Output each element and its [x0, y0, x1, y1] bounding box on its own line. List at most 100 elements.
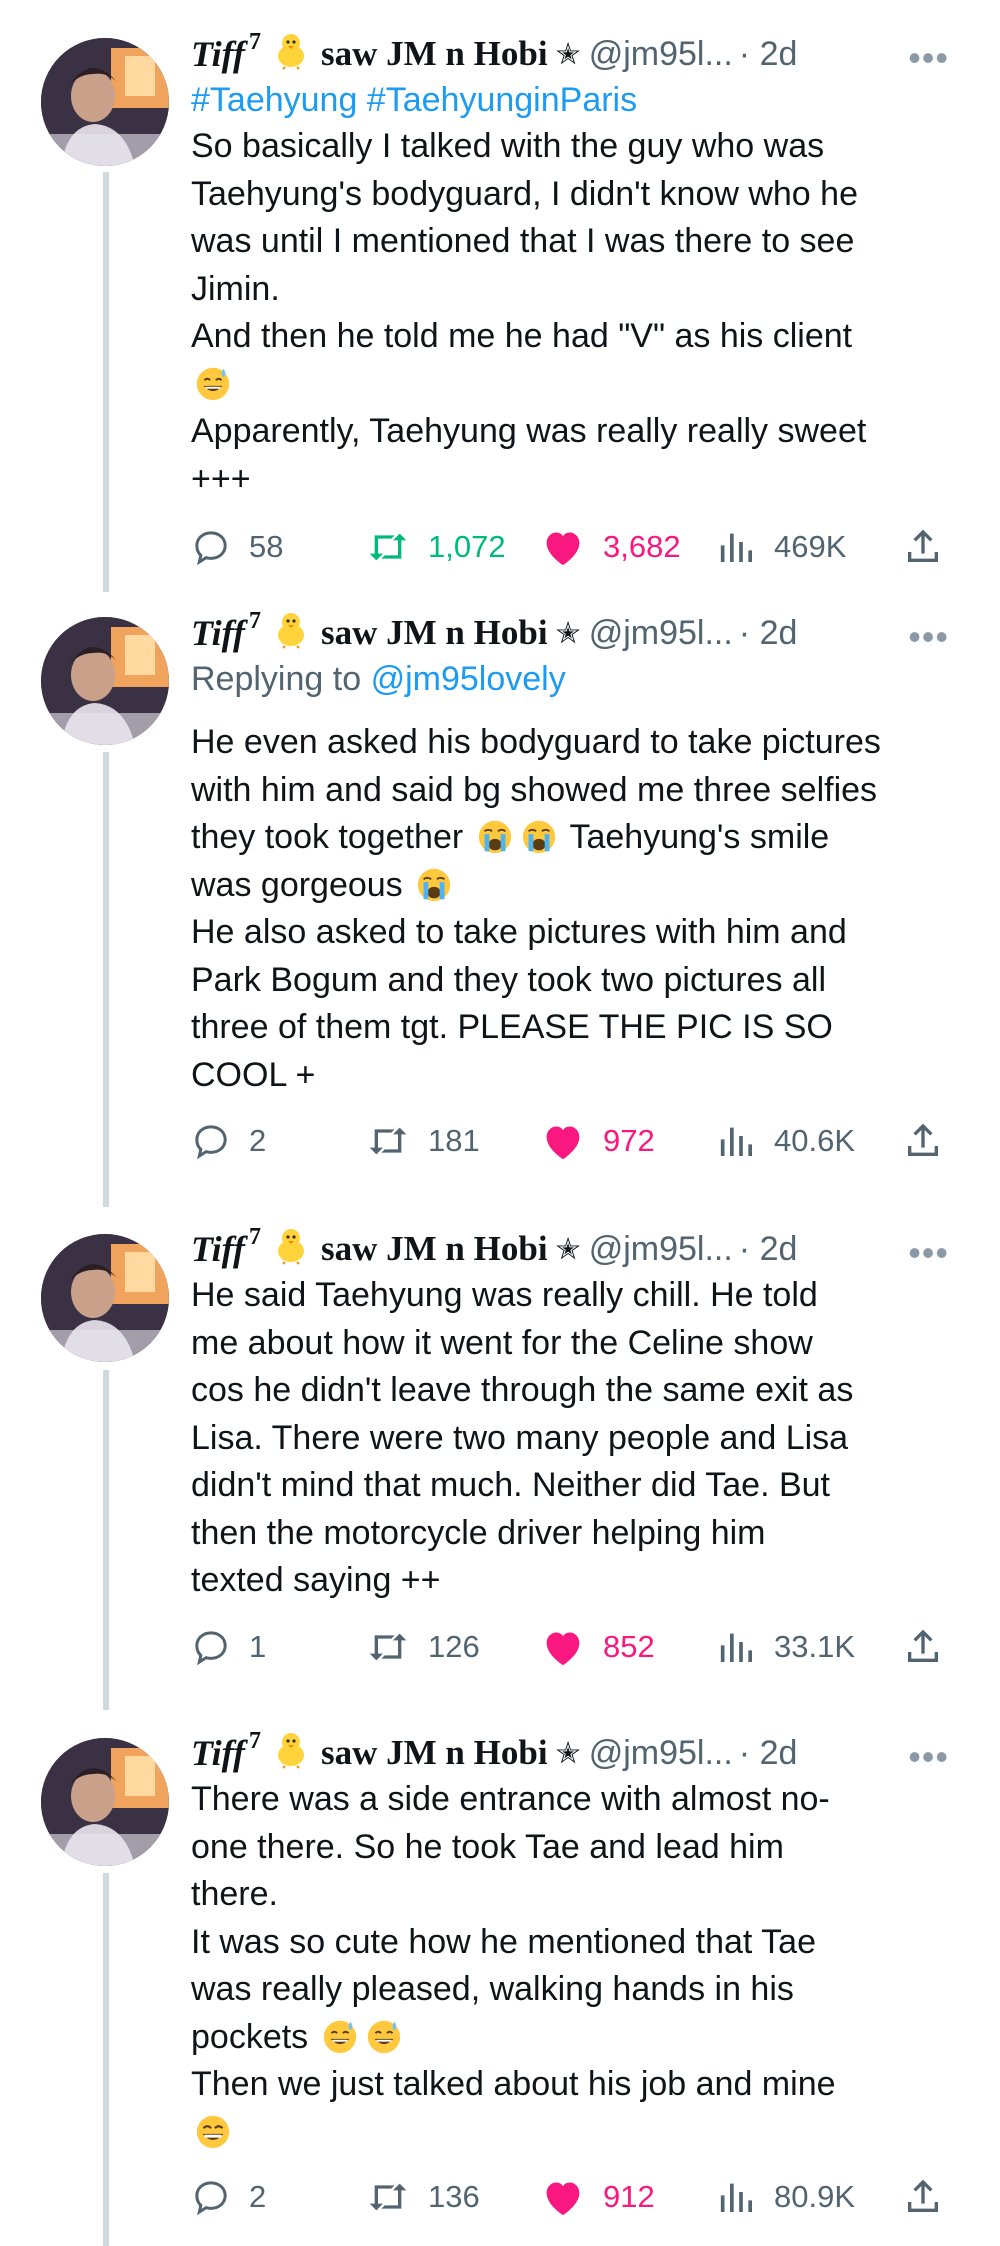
avatar[interactable] [41, 617, 169, 745]
reply-count: 2 [249, 1123, 267, 1158]
heart-icon [546, 2182, 580, 2216]
share-icon [908, 1629, 938, 1662]
name-suffix[interactable]: saw JM n Hobi [321, 34, 548, 74]
retweet-count: 136 [428, 2179, 480, 2214]
timestamp[interactable]: · 2d [739, 614, 798, 653]
loudly-crying-face-icon [476, 817, 514, 855]
views-icon [720, 1127, 752, 1156]
views-button[interactable]: 33.1K [716, 1622, 855, 1672]
reply-button[interactable]: 58 [191, 522, 283, 572]
beaming-face-with-smiling-eyes-icon [194, 2112, 232, 2150]
name-suffix[interactable]: saw JM n Hobi [321, 1733, 548, 1773]
tweet-text: There was a side entrance with almost no… [191, 1776, 971, 2156]
display-name[interactable]: Tiff [191, 612, 245, 654]
retweet-count: 126 [428, 1629, 480, 1664]
user-handle[interactable]: @jm95l... [589, 1734, 733, 1773]
avatar[interactable] [41, 38, 169, 166]
retweet-icon [369, 533, 407, 561]
retweet-button[interactable]: 181 [366, 1116, 480, 1166]
reply-icon [195, 1125, 227, 1160]
reply-icon [195, 2181, 227, 2216]
share-button[interactable] [903, 1116, 961, 1166]
view-count: 33.1K [774, 1629, 856, 1664]
tweet-actions: 1 126 852 33.1K [191, 1622, 971, 1672]
hashtags[interactable]: #Taehyung #TaehyunginParis [191, 77, 971, 123]
tweet-text: He said Taehyung was really chill. He to… [191, 1276, 854, 1599]
like-button[interactable]: 912 [541, 2172, 655, 2222]
name-superscript: 7 [248, 1223, 261, 1250]
name-suffix[interactable]: saw JM n Hobi [321, 1229, 548, 1269]
name-superscript: 7 [248, 28, 261, 55]
chick-icon [271, 609, 311, 658]
timestamp[interactable]: · 2d [739, 1230, 798, 1269]
retweet-icon [369, 1127, 407, 1155]
display-name[interactable]: Tiff [191, 1732, 245, 1774]
chick-icon [271, 1225, 311, 1274]
like-button[interactable]: 972 [541, 1116, 655, 1166]
thread-line [103, 1370, 109, 1710]
timestamp[interactable]: · 2d [739, 35, 798, 74]
views-button[interactable]: 40.6K [716, 1116, 855, 1166]
more-options-icon[interactable]: ••• [908, 1232, 949, 1274]
reply-count: 1 [249, 1629, 267, 1664]
retweet-button[interactable]: 136 [366, 2172, 480, 2222]
avatar[interactable] [41, 1738, 169, 1866]
grinning-face-with-sweat-icon [321, 2017, 359, 2055]
replying-handle[interactable]: @jm95lovely [371, 660, 566, 698]
user-handle[interactable]: @jm95l... [589, 614, 733, 653]
heart-icon [546, 1126, 580, 1160]
share-button[interactable] [903, 2172, 961, 2222]
tweet-header: Tiff 7 saw JM n Hobi ✭ @jm95l... · 2d [191, 1727, 971, 1778]
tweet-header: Tiff 7 saw JM n Hobi ✭ @jm95l... · 2d [191, 28, 971, 77]
display-name[interactable]: Tiff [191, 33, 245, 75]
star-icon: ✭ [555, 1232, 581, 1266]
like-count: 3,682 [603, 529, 681, 564]
views-icon [720, 1633, 752, 1662]
tweet-text: He even asked his bodyguard to take pict… [191, 723, 881, 1094]
view-count: 40.6K [774, 1123, 856, 1158]
tweet-actions: 58 1,072 3,682 469K [191, 522, 971, 572]
reply-icon [195, 1631, 227, 1666]
tweet-header: Tiff 7 saw JM n Hobi ✭ @jm95l... · 2d [191, 608, 971, 658]
avatar[interactable] [41, 1234, 169, 1362]
retweet-icon [369, 1633, 407, 1661]
grinning-face-with-sweat-icon [194, 364, 232, 402]
like-button[interactable]: 3,682 [541, 522, 681, 572]
heart-icon [546, 532, 580, 566]
user-handle[interactable]: @jm95l... [589, 1230, 733, 1269]
timestamp[interactable]: · 2d [739, 1734, 798, 1773]
replying-to: Replying to @jm95lovely [191, 660, 566, 698]
reply-button[interactable]: 1 [191, 1622, 266, 1672]
loudly-crying-face-icon [415, 865, 453, 903]
retweet-button[interactable]: 1,072 [366, 522, 506, 572]
chick-icon [271, 1729, 311, 1778]
more-options-icon[interactable]: ••• [908, 1736, 949, 1778]
reply-icon [195, 531, 227, 566]
name-suffix[interactable]: saw JM n Hobi [321, 613, 548, 653]
loudly-crying-face-icon [520, 817, 558, 855]
thread-line [103, 172, 109, 592]
share-button[interactable] [903, 1622, 961, 1672]
share-icon [908, 2179, 938, 2212]
views-button[interactable]: 469K [716, 522, 846, 572]
retweet-button[interactable]: 126 [366, 1622, 480, 1672]
share-icon [908, 1123, 938, 1156]
thread-line [103, 752, 109, 1207]
reply-button[interactable]: 2 [191, 2172, 266, 2222]
views-button[interactable]: 80.9K [716, 2172, 855, 2222]
star-icon: ✭ [555, 616, 581, 650]
more-options-icon[interactable]: ••• [908, 616, 949, 658]
user-handle[interactable]: @jm95l... [589, 35, 733, 74]
retweet-icon [369, 2183, 407, 2211]
more-options-icon[interactable]: ••• [908, 37, 949, 79]
display-name[interactable]: Tiff [191, 1228, 245, 1270]
name-superscript: 7 [248, 1727, 261, 1754]
tweet-actions: 2 136 912 80.9K [191, 2172, 971, 2222]
like-count: 912 [603, 2179, 655, 2214]
share-button[interactable] [903, 522, 961, 572]
heart-icon [546, 1632, 580, 1666]
reply-button[interactable]: 2 [191, 1116, 266, 1166]
views-icon [720, 533, 752, 562]
view-count: 469K [774, 529, 847, 564]
like-button[interactable]: 852 [541, 1622, 655, 1672]
